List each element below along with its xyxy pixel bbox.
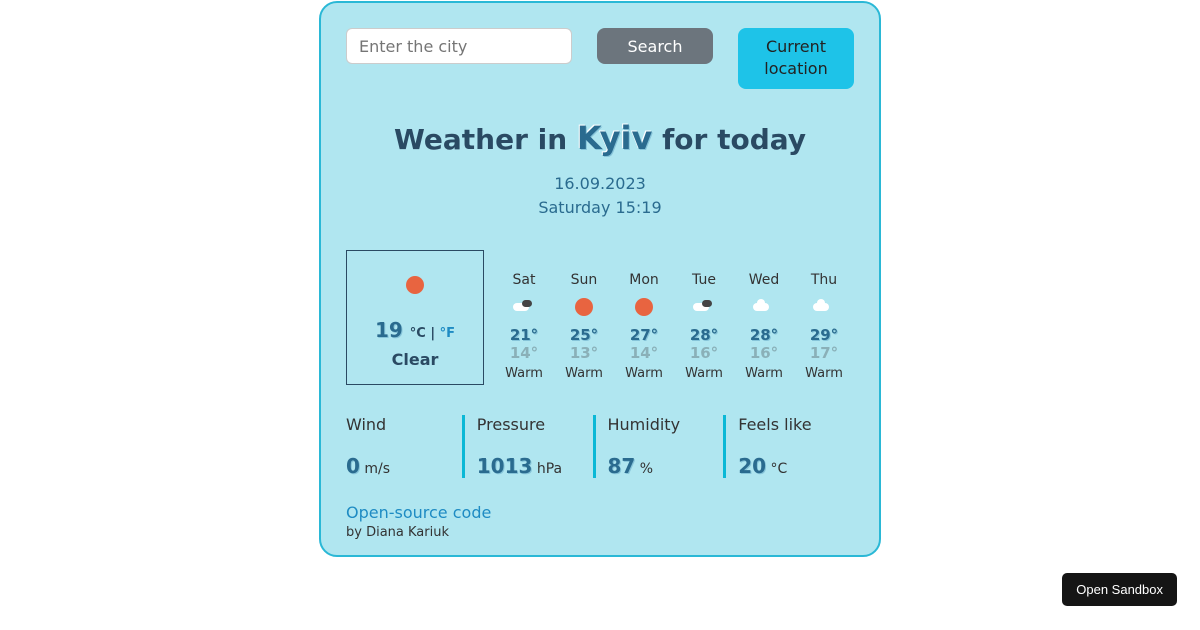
forecast-day-name: Wed xyxy=(734,272,794,288)
metric-pressure-value: 1013 xyxy=(477,454,533,478)
metric-feelslike: Feels like 20 °C xyxy=(723,415,854,478)
today-description: Clear xyxy=(357,350,473,369)
forecast-desc: Warm xyxy=(794,366,854,381)
open-source-link[interactable]: Open-source code xyxy=(346,503,854,522)
sun-icon xyxy=(575,298,593,316)
author-text: by Diana Kariuk xyxy=(346,525,854,540)
forecast-temps: 28° 16° xyxy=(674,326,734,362)
unit-celsius[interactable]: °C xyxy=(410,326,426,341)
forecast-day: Sun 25° 13° Warm xyxy=(554,250,614,385)
current-location-button[interactable]: Current location xyxy=(738,28,854,89)
title-city: Kyiv xyxy=(577,119,652,157)
metric-humidity: Humidity 87 % xyxy=(593,415,724,478)
forecast-row: 19 °C | °F Clear Sat21° 14°WarmSun25° 13… xyxy=(346,250,854,385)
forecast-day-name: Mon xyxy=(614,272,674,288)
metric-wind-label: Wind xyxy=(346,415,462,434)
day-time-string: Saturday 15:19 xyxy=(346,196,854,220)
page-title: Weather in Kyiv for today xyxy=(346,119,854,157)
forecast-desc: Warm xyxy=(674,366,734,381)
forecast-temps: 21° 14° xyxy=(494,326,554,362)
open-sandbox-button[interactable]: Open Sandbox xyxy=(1062,573,1177,606)
forecast-day: Tue 28° 16° Warm xyxy=(674,250,734,385)
metric-feelslike-value: 20 xyxy=(738,454,766,478)
forecast-day-name: Sun xyxy=(554,272,614,288)
forecast-temps: 25° 13° xyxy=(554,326,614,362)
title-prefix: Weather in xyxy=(394,123,577,156)
today-temp-value: 19 xyxy=(375,318,403,342)
forecast-day: Wed 28° 16° Warm xyxy=(734,250,794,385)
forecast-temps: 29° 17° xyxy=(794,326,854,362)
metric-humidity-unit: % xyxy=(635,461,653,477)
city-input[interactable] xyxy=(346,28,572,64)
unit-separator: | xyxy=(426,326,440,341)
forecast-desc: Warm xyxy=(734,366,794,381)
forecast-desc: Warm xyxy=(614,366,674,381)
date-block: 16.09.2023 Saturday 15:19 xyxy=(346,172,854,220)
metric-pressure: Pressure 1013 hPa xyxy=(462,415,593,478)
metric-feelslike-unit: °C xyxy=(766,461,787,477)
today-temp: 19 °C | °F xyxy=(357,318,473,342)
search-button[interactable]: Search xyxy=(597,28,713,64)
forecast-day-name: Thu xyxy=(794,272,854,288)
cloud-dark-icon xyxy=(513,299,535,313)
metric-humidity-value: 87 xyxy=(608,454,636,478)
cloud-dark-icon xyxy=(693,299,715,313)
forecast-day: Sat 21° 14° Warm xyxy=(494,250,554,385)
today-card: 19 °C | °F Clear xyxy=(346,250,484,385)
cloud-icon xyxy=(753,299,775,313)
forecast-desc: Warm xyxy=(494,366,554,381)
date-string: 16.09.2023 xyxy=(346,172,854,196)
forecast-day: Mon 27° 14° Warm xyxy=(614,250,674,385)
top-controls: Search Current location xyxy=(346,28,854,89)
cloud-icon xyxy=(813,299,835,313)
metric-pressure-unit: hPa xyxy=(532,461,562,477)
forecast-day-name: Tue xyxy=(674,272,734,288)
forecast-temps: 28° 16° xyxy=(734,326,794,362)
metrics-row: Wind 0 m/s Pressure 1013 hPa Humidity 87… xyxy=(346,415,854,478)
metric-feelslike-label: Feels like xyxy=(738,415,854,434)
metric-wind: Wind 0 m/s xyxy=(346,415,462,478)
title-suffix: for today xyxy=(652,123,806,156)
forecast-temps: 27° 14° xyxy=(614,326,674,362)
sun-icon xyxy=(406,276,424,294)
metric-wind-value: 0 xyxy=(346,454,360,478)
forecast-desc: Warm xyxy=(554,366,614,381)
forecast-day: Thu 29° 17° Warm xyxy=(794,250,854,385)
weather-card: Search Current location Weather in Kyiv … xyxy=(319,1,881,557)
metric-pressure-label: Pressure xyxy=(477,415,593,434)
metric-wind-unit: m/s xyxy=(360,461,390,477)
sun-icon xyxy=(635,298,653,316)
metric-humidity-label: Humidity xyxy=(608,415,724,434)
forecast-day-name: Sat xyxy=(494,272,554,288)
unit-fahrenheit[interactable]: °F xyxy=(440,326,455,341)
